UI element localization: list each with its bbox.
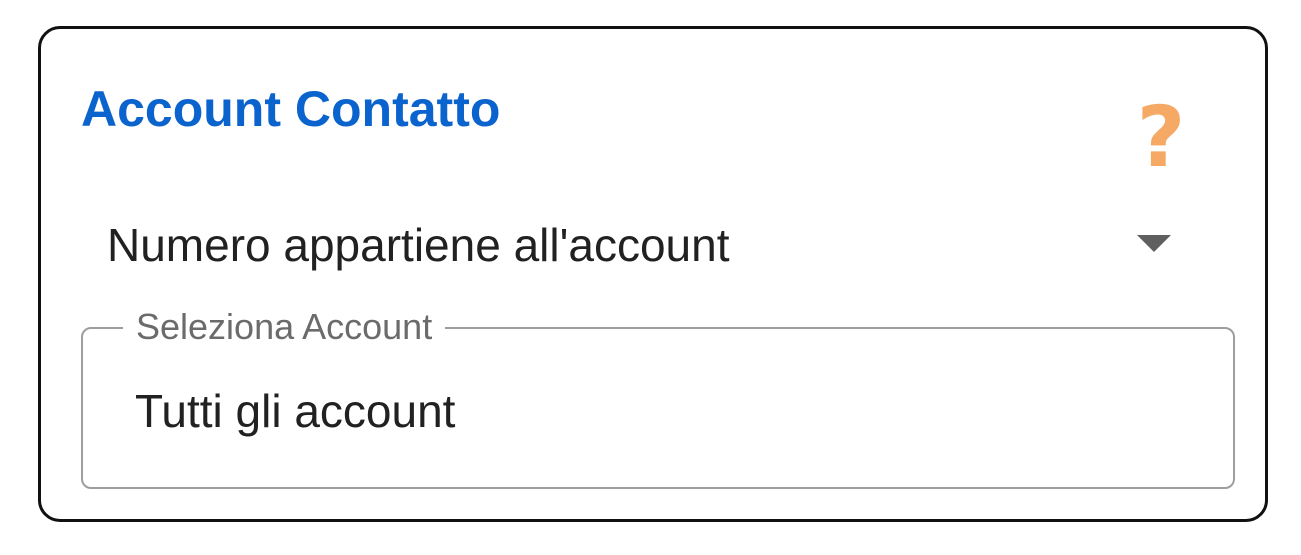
number-ownership-select[interactable]: Numero appartiene all'account <box>107 207 1187 283</box>
chevron-down-icon <box>1137 235 1171 252</box>
account-contact-card: Account Contatto ? Numero appartiene all… <box>38 26 1268 522</box>
field-value: Tutti gli account <box>135 385 456 437</box>
select-account-field[interactable]: Seleziona Account Tutti gli account <box>81 307 1235 489</box>
question-mark-icon[interactable]: ? <box>1131 95 1191 179</box>
card-title: Account Contatto <box>81 81 501 137</box>
field-label: Seleziona Account <box>123 307 446 347</box>
select-value: Numero appartiene all'account <box>107 219 730 271</box>
